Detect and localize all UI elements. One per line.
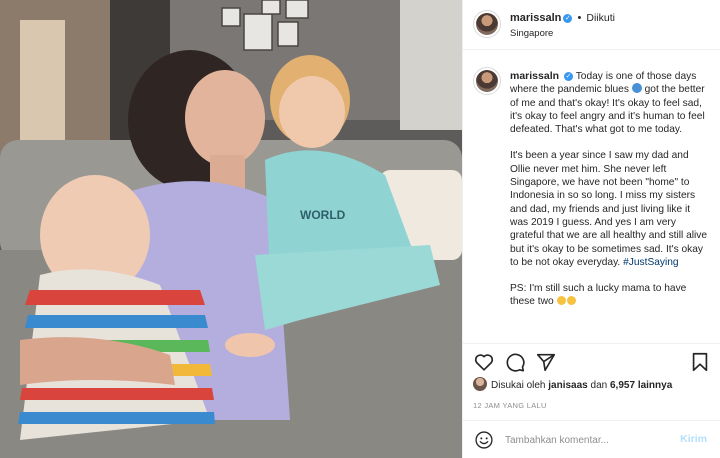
heart-eyes-emoji-icon [567,296,577,306]
caption-section: marissaln ✓ Today is one of those days wh… [463,51,720,343]
hashtag-link[interactable]: #JustSaying [623,257,679,268]
shirt-text: WORLD [300,208,346,222]
heart-icon[interactable] [473,351,495,373]
smiley-icon[interactable] [474,430,494,450]
send-comment-button[interactable]: Kirim [680,433,707,445]
post-photo[interactable]: WORLD [0,0,462,458]
caption-paragraph-3: PS: I'm still such a lucky mama to have … [510,282,710,309]
globe-emoji-icon [631,83,642,94]
post-photo-illustration: WORLD [0,0,462,458]
verified-badge-icon: ✓ [563,14,573,23]
post-location[interactable]: Singapore [510,28,553,39]
smiling-face-emoji-icon [557,296,567,306]
caption-paragraph-1: marissaln ✓ Today is one of those days wh… [510,70,710,136]
likes-count[interactable]: 6,957 [610,380,635,391]
comment-input[interactable] [505,432,665,448]
caption-verified-badge-icon: ✓ [564,72,574,81]
likes-prefix: Disukai oleh [491,380,546,391]
header-separator: • [577,12,582,24]
post-header: marissaln ✓ • Diikuti Singapore [463,0,720,50]
caption-text-2: It's been a year since I saw my dad and … [510,150,708,268]
likes-summary: Disukai oleh janisaas dan 6,957 lainnya [473,377,672,391]
header-author-line: marissaln ✓ • Diikuti [510,12,615,24]
liker-avatar[interactable] [473,377,487,391]
add-comment-bar: Kirim [463,420,720,458]
bookmark-icon[interactable] [689,351,711,373]
post-action-bar [463,343,720,377]
caption-username[interactable]: marissaln [510,70,559,82]
post-timestamp[interactable]: 12 JAM YANG LALU [473,401,547,410]
liker-username[interactable]: janisaas [548,380,587,391]
post-side-panel: marissaln ✓ • Diikuti Singapore marissaln… [462,0,720,458]
caption-paragraph-2: It's been a year since I saw my dad and … [510,149,710,269]
comment-icon[interactable] [504,351,526,373]
caption-author-avatar[interactable] [473,67,501,95]
likes-connector: dan [590,380,608,391]
header-username[interactable]: marissaln [510,12,561,24]
post-caption: marissaln ✓ Today is one of those days wh… [510,70,710,322]
caption-text-3: PS: I'm still such a lucky mama to have … [510,283,687,308]
follow-status-button[interactable]: Diikuti [586,12,615,24]
likes-suffix[interactable]: lainnya [638,380,672,391]
paper-plane-icon[interactable] [535,351,557,373]
author-avatar[interactable] [473,10,501,38]
